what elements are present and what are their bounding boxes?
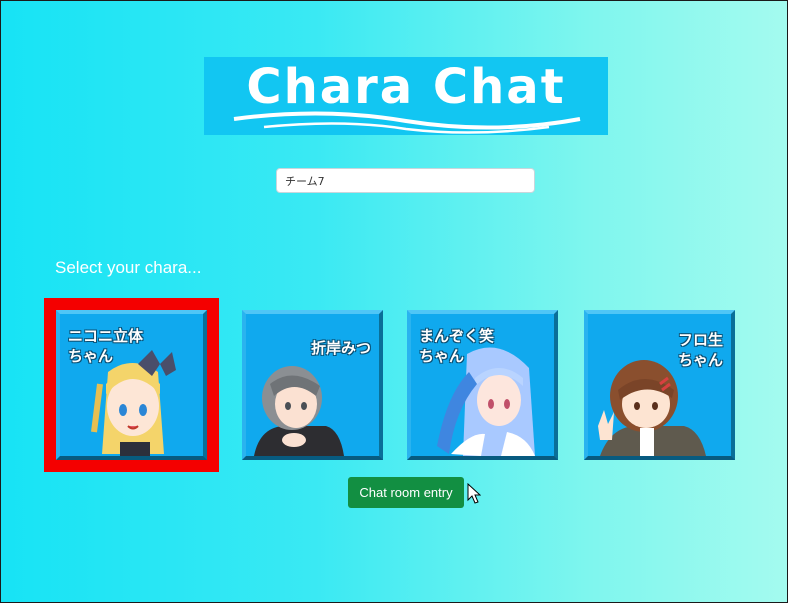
chara-card-orikishi[interactable]: 折岸みつ (242, 310, 383, 460)
app-logo: Chara Chat (204, 57, 608, 135)
chara-card-manzoku[interactable]: まんぞく笑 ちゃん (407, 310, 558, 460)
app-title: Chara Chat (246, 59, 566, 115)
mouse-cursor-icon (467, 483, 481, 504)
chat-room-entry-button[interactable]: Chat room entry (348, 477, 464, 508)
chara-label: ニコニ立体 ちゃん (68, 327, 144, 365)
chara-label: フロ生 ちゃん (677, 331, 723, 369)
team-name-input[interactable] (276, 168, 535, 193)
page-frame: Chara Chat Select your chara... ニコニ立体 ちゃ… (0, 0, 788, 603)
chara-orikishi-avatar-icon (254, 366, 344, 456)
chara-label: まんぞく笑 ちゃん (419, 327, 495, 365)
chara-label: 折岸みつ (310, 339, 371, 357)
chara-card-furoo[interactable]: フロ生 ちゃん (584, 310, 735, 460)
chara-card-nikoni[interactable]: ニコニ立体 ちゃん (44, 298, 219, 472)
select-chara-prompt: Select your chara... (55, 258, 202, 277)
